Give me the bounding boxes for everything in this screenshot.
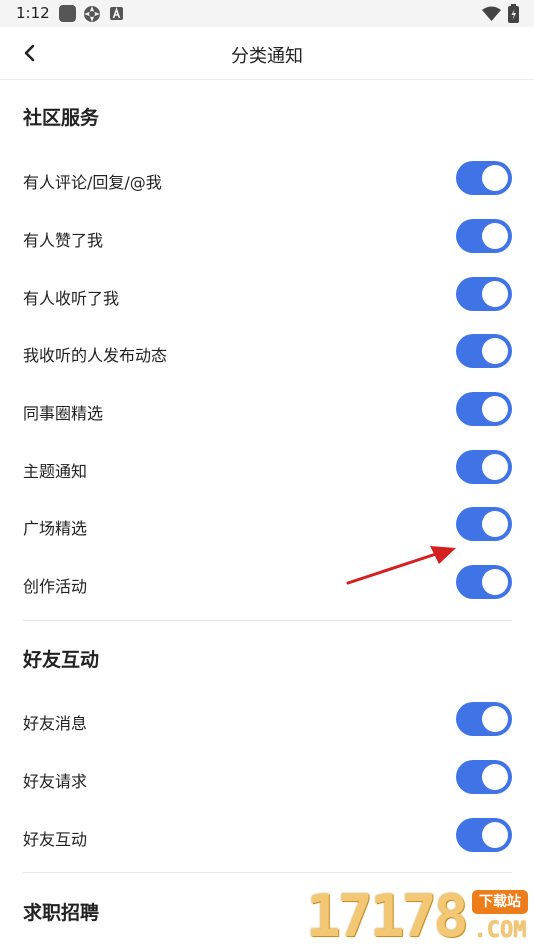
toggle-knob <box>482 569 508 595</box>
toggle-friend-requests[interactable] <box>456 760 512 794</box>
setting-label: 主题通知 <box>23 462 88 481</box>
setting-label: 好友互动 <box>23 830 88 849</box>
toggle-knob <box>482 764 508 790</box>
toggle-following-posts[interactable] <box>456 334 512 368</box>
setting-label: 好友消息 <box>23 714 88 733</box>
setting-label: 广场精选 <box>23 519 88 538</box>
status-bar: 1:12 <box>0 0 534 27</box>
annotation-arrow-icon <box>346 546 456 585</box>
setting-label: 好友请求 <box>23 772 88 791</box>
setting-label: 有人收听了我 <box>23 289 120 308</box>
toggle-liked-me[interactable] <box>456 219 512 253</box>
toggle-topic-notice[interactable] <box>456 450 512 484</box>
setting-label: 同事圈精选 <box>23 404 104 423</box>
aperture-icon <box>84 6 100 22</box>
section-divider <box>23 620 512 621</box>
square-app-icon <box>59 5 76 22</box>
setting-label: 创作活动 <box>23 577 88 596</box>
page-title: 分类通知 <box>231 46 303 67</box>
watermark-tag: 下载站 <box>472 890 528 914</box>
toggle-knob <box>482 281 508 307</box>
toggle-creation-activity[interactable] <box>456 565 512 599</box>
section-title-community: 社区服务 <box>23 107 100 129</box>
toggle-followed-me[interactable] <box>456 277 512 311</box>
toggle-knob <box>482 706 508 732</box>
section-divider <box>23 872 512 873</box>
app-bar: 分类通知 <box>0 27 534 80</box>
watermark-domain: .COM <box>473 918 527 943</box>
setting-label: 有人赞了我 <box>23 231 104 250</box>
status-time: 1:12 <box>16 4 50 22</box>
watermark-digits: 17178 <box>306 882 469 950</box>
toggle-comment-reply-mention[interactable] <box>456 161 512 195</box>
toggle-knob <box>482 454 508 480</box>
toggle-knob <box>482 511 508 537</box>
toggle-knob <box>482 165 508 191</box>
toggle-friend-interaction[interactable] <box>456 818 512 852</box>
toggle-knob <box>482 338 508 364</box>
toggle-colleague-picks[interactable] <box>456 392 512 426</box>
watermark-logo: 17178 下载站 .COM <box>306 884 530 948</box>
toggle-friend-messages[interactable] <box>456 702 512 736</box>
setting-label: 有人评论/回复/@我 <box>23 173 162 192</box>
setting-label: 我收听的人发布动态 <box>23 346 168 365</box>
section-title-jobs: 求职招聘 <box>23 902 100 924</box>
toggle-plaza-picks[interactable] <box>456 507 512 541</box>
a-badge-icon <box>110 7 123 20</box>
toggle-knob <box>482 223 508 249</box>
battery-icon <box>508 4 519 23</box>
wifi-icon <box>482 6 501 21</box>
toggle-knob <box>482 396 508 422</box>
section-title-friends: 好友互动 <box>23 649 100 671</box>
toggle-knob <box>482 822 508 848</box>
